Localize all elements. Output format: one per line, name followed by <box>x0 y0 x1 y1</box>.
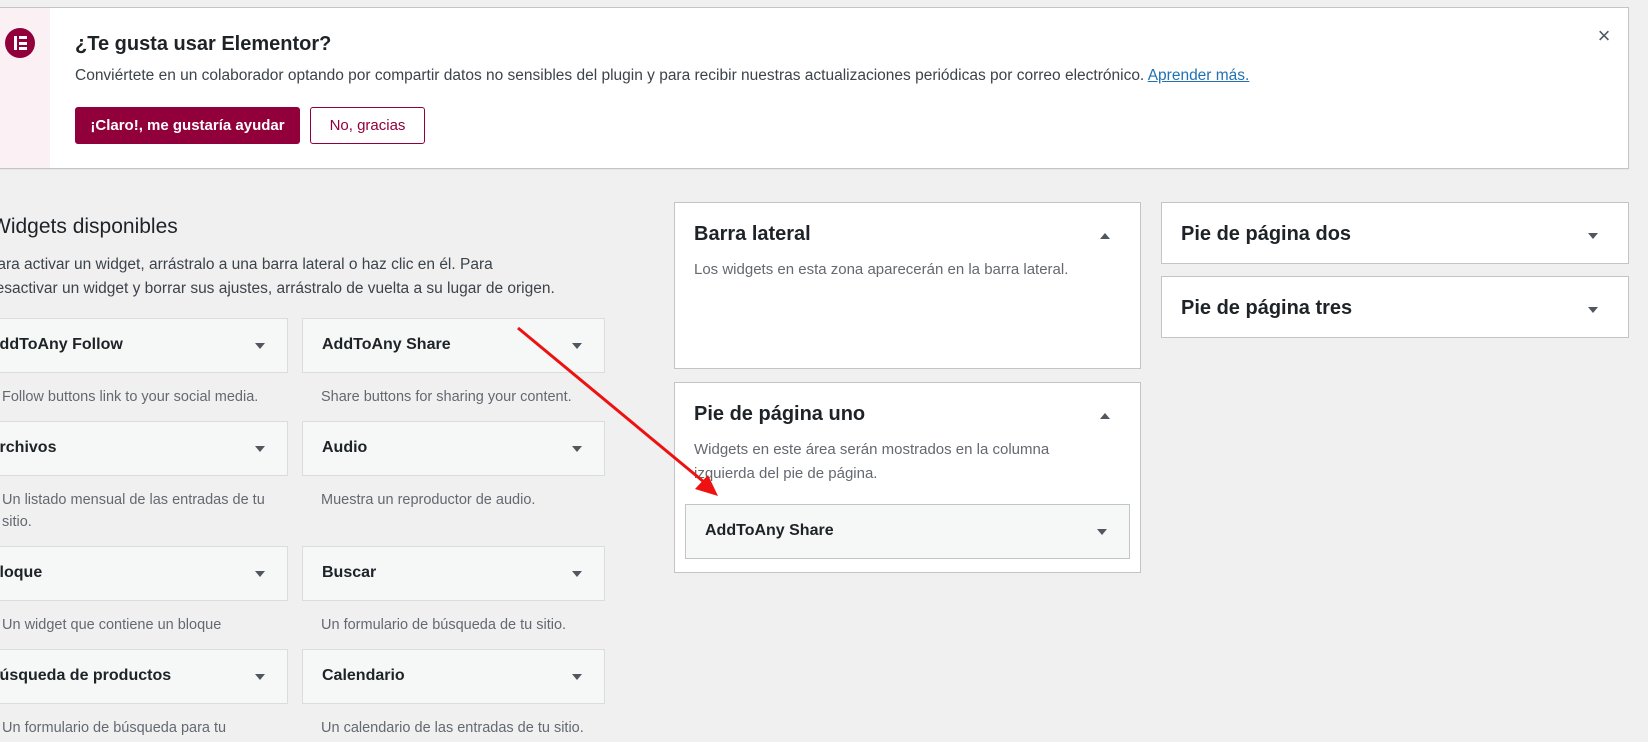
widget-description: Muestra un reproductor de audio. <box>321 492 536 508</box>
sidebar-title: Pie de página tres <box>1181 297 1353 319</box>
widget-label: AddToAny Share <box>322 336 451 353</box>
notice-description-text: Conviértete en un colaborador optando po… <box>75 67 1145 84</box>
caret-down-icon[interactable] <box>253 670 267 684</box>
caret-down-icon[interactable] <box>253 567 267 581</box>
widget-description: Un formulario de búsqueda de tu sitio. <box>321 617 567 633</box>
sidebar-description: Los widgets en esta zona aparecerán en l… <box>694 261 1069 278</box>
widget-label: Calendario <box>322 667 405 684</box>
available-widgets-title: Widgets disponibles <box>0 215 178 238</box>
widget-description: Un listado mensual de las entradas de tu… <box>2 492 265 530</box>
widget-label: Buscar <box>322 564 377 581</box>
sidebar-pie-pagina-tres[interactable]: Pie de página tres <box>1161 276 1629 338</box>
elementor-notice: ¿Te gusta usar Elementor? Conviértete en… <box>0 7 1629 169</box>
widget-label: Audio <box>322 439 368 456</box>
caret-down-icon[interactable] <box>1586 229 1600 243</box>
available-desc-line-1: Para activar un widget, arrástralo a una… <box>0 256 493 273</box>
widget-archivos[interactable]: Archivos <box>0 421 288 476</box>
widget-audio[interactable]: Audio <box>302 421 605 476</box>
sidebar-title: Pie de página uno <box>694 403 866 425</box>
sidebar-description: Widgets en este área serán mostrados en … <box>694 441 1050 482</box>
widget-label: Bloque <box>0 564 43 581</box>
widget-description: Un formulario de búsqueda para tu <box>2 720 227 736</box>
caret-down-icon[interactable] <box>570 567 584 581</box>
accept-button[interactable]: ¡Claro!, me gustaría ayudar <box>75 107 300 144</box>
caret-down-icon[interactable] <box>253 442 267 456</box>
widget-addtoany-share[interactable]: AddToAny Share <box>302 318 605 373</box>
sidebar-pie-pagina-dos[interactable]: Pie de página dos <box>1161 202 1629 264</box>
placed-widget-addtoany-share[interactable]: AddToAny Share <box>685 504 1130 559</box>
widgets-screen: ¿Te gusta usar Elementor? Conviértete en… <box>0 0 1648 742</box>
sidebar-barra-lateral[interactable]: Barra lateral Los widgets en esta zona a… <box>674 202 1141 369</box>
elementor-logo-icon <box>5 28 35 58</box>
widget-description: Share buttons for sharing your content. <box>321 389 572 405</box>
widget-label: Archivos <box>0 439 57 456</box>
widget-description: Follow buttons link to your social media… <box>2 389 259 405</box>
notice-aside <box>0 8 50 168</box>
widget-label: AddToAny Share <box>705 522 834 539</box>
caret-up-icon[interactable] <box>1098 229 1112 243</box>
widget-description: Un calendario de las entradas de tu siti… <box>321 720 584 736</box>
available-widgets-description: Para activar un widget, arrástralo a una… <box>0 253 587 301</box>
notice-description: Conviértete en un colaborador optando po… <box>75 67 1249 85</box>
widget-busqueda-productos[interactable]: Búsqueda de productos <box>0 649 288 704</box>
caret-down-icon[interactable] <box>570 339 584 353</box>
widget-buscar[interactable]: Buscar <box>302 546 605 601</box>
widget-calendario[interactable]: Calendario <box>302 649 605 704</box>
widget-bloque[interactable]: Bloque <box>0 546 288 601</box>
learn-more-link[interactable]: Aprender más. <box>1148 67 1250 84</box>
close-icon[interactable]: × <box>1592 24 1616 48</box>
caret-down-icon[interactable] <box>1095 525 1109 539</box>
widget-addtoany-follow[interactable]: AddToAny Follow <box>0 318 288 373</box>
sidebar-title: Pie de página dos <box>1181 223 1352 245</box>
caret-down-icon[interactable] <box>570 670 584 684</box>
caret-down-icon[interactable] <box>570 442 584 456</box>
caret-down-icon[interactable] <box>253 339 267 353</box>
sidebar-title: Barra lateral <box>694 223 811 245</box>
available-desc-line-2: desactivar un widget y borrar sus ajuste… <box>0 280 555 297</box>
sidebar-pie-pagina-uno[interactable]: Pie de página uno Widgets en este área s… <box>674 382 1141 573</box>
widget-label: Búsqueda de productos <box>0 667 172 684</box>
notice-title: ¿Te gusta usar Elementor? <box>75 33 332 55</box>
caret-up-icon[interactable] <box>1098 409 1112 423</box>
widget-description: Un widget que contiene un bloque <box>2 617 222 633</box>
widget-label: AddToAny Follow <box>0 336 123 353</box>
caret-down-icon[interactable] <box>1586 303 1600 317</box>
decline-button[interactable]: No, gracias <box>310 107 425 144</box>
